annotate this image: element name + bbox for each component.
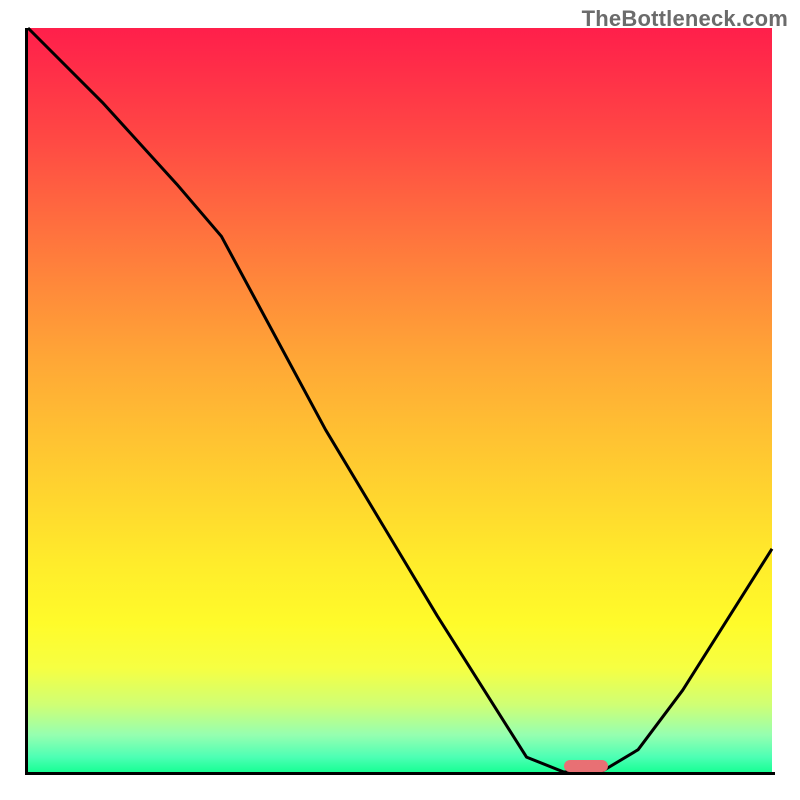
- curve-path: [28, 28, 772, 772]
- y-axis: [25, 28, 28, 775]
- x-axis: [25, 772, 775, 775]
- optimal-marker: [564, 760, 609, 772]
- plot-area: [28, 28, 772, 772]
- watermark-text: TheBottleneck.com: [582, 6, 788, 32]
- chart-stage: TheBottleneck.com: [0, 0, 800, 800]
- bottleneck-curve: [28, 28, 772, 772]
